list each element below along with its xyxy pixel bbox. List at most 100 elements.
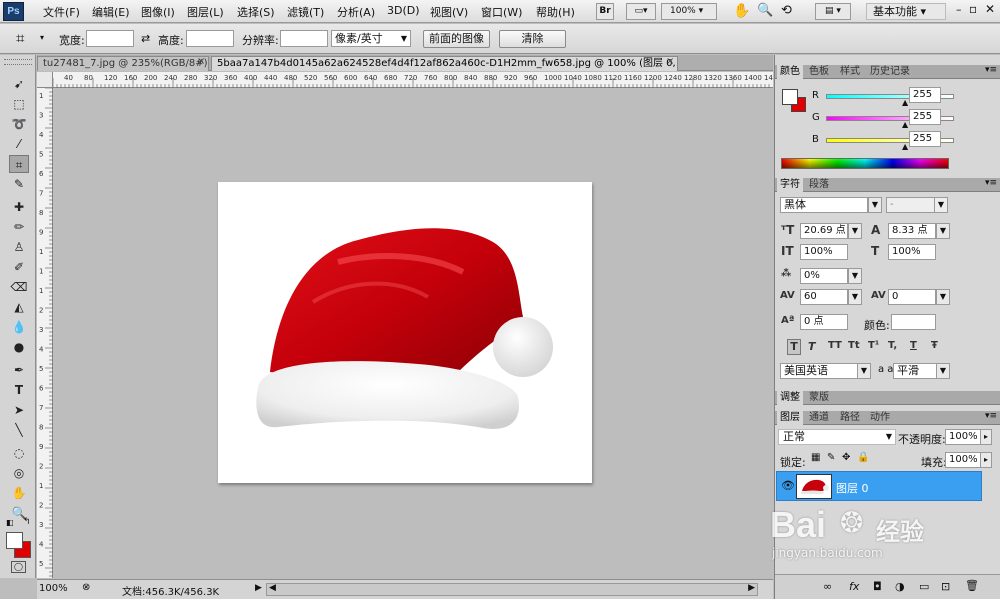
hand-tool-icon[interactable]: ✋ <box>733 3 750 19</box>
lock-all-icon[interactable]: 🔒 <box>857 452 869 463</box>
blue-value-field[interactable]: 255 <box>909 131 941 147</box>
lock-position-icon[interactable]: ✥ <box>842 452 850 463</box>
blend-mode-select[interactable]: 正常 ▼ <box>778 429 896 445</box>
green-value-field[interactable]: 255 <box>909 109 941 125</box>
document-canvas[interactable] <box>218 182 592 483</box>
tab-paths[interactable]: 路径 <box>837 411 863 425</box>
small-caps-button[interactable]: Tt <box>848 340 860 351</box>
new-group-icon[interactable]: ▭ <box>919 580 929 593</box>
menu-3d[interactable]: 3D(D) <box>387 4 420 17</box>
menu-window[interactable]: 窗口(W) <box>481 4 522 20</box>
menu-image[interactable]: 图像(I) <box>141 4 175 20</box>
horizontal-scrollbar[interactable]: ◀ ▶ <box>266 583 758 596</box>
chevron-down-icon[interactable]: ▼ <box>848 268 862 284</box>
fill-field[interactable]: 100% <box>945 452 981 468</box>
healing-brush-tool-icon[interactable]: ✚ <box>9 198 29 216</box>
tab-history[interactable]: 历史记录 <box>867 65 913 79</box>
tab-adjustments[interactable]: 调整 <box>777 391 803 405</box>
panel-menu-icon[interactable]: ▾≡ <box>985 411 997 421</box>
tab-character[interactable]: 字符 <box>777 178 803 192</box>
view-extras-button[interactable]: ▭▾ <box>626 3 656 20</box>
menu-select[interactable]: 选择(S) <box>237 4 275 20</box>
chevron-down-icon[interactable]: ▼ <box>936 289 950 305</box>
chevron-down-icon[interactable]: ▼ <box>848 289 862 305</box>
blur-tool-icon[interactable]: 💧 <box>9 318 29 336</box>
vertical-scale-field[interactable]: 100% <box>800 244 848 260</box>
panel-menu-icon[interactable]: ▾≡ <box>985 178 997 188</box>
red-value-field[interactable]: 255 <box>909 87 941 103</box>
faux-italic-button[interactable]: T <box>808 340 816 353</box>
paint-bucket-tool-icon[interactable]: ◭ <box>9 298 29 316</box>
text-color-swatch[interactable] <box>891 314 936 330</box>
layer-style-icon[interactable]: fx <box>849 580 859 593</box>
adjustment-layer-icon[interactable]: ◑ <box>895 580 905 593</box>
tab-actions[interactable]: 动作 <box>867 411 893 425</box>
marquee-tool-icon[interactable]: ⬚ <box>9 95 29 113</box>
font-family-select[interactable]: 黑体 <box>780 197 868 213</box>
superscript-button[interactable]: T¹ <box>868 340 879 351</box>
status-zoom[interactable]: 100% <box>39 583 68 594</box>
chevron-down-icon[interactable]: ▼ <box>868 197 882 213</box>
swap-colors-icon[interactable]: ↰ <box>23 517 31 527</box>
delete-layer-icon[interactable]: 🗑 <box>965 579 979 592</box>
rotate-view-icon[interactable]: ⟲ <box>781 3 792 18</box>
color-spectrum-bar[interactable] <box>781 158 949 169</box>
layer-name[interactable]: 图层 0 <box>836 480 869 496</box>
dodge-tool-icon[interactable]: ● <box>9 338 29 356</box>
green-slider-thumb-icon[interactable]: ▲ <box>902 120 908 129</box>
tab-document-1[interactable]: tu27481_7.jpg @ 235%(RGB/8#) * <box>37 56 209 71</box>
hand-tool-icon[interactable]: ✋ <box>9 484 29 502</box>
tsume-field[interactable]: 0% <box>800 268 848 284</box>
panel-menu-icon[interactable]: ▾≡ <box>985 65 997 75</box>
path-selection-tool-icon[interactable]: ➤ <box>9 401 29 419</box>
eyedropper-tool-icon[interactable]: ✎ <box>9 175 29 193</box>
toolbar-grip[interactable] <box>4 59 32 65</box>
resolution-unit-select[interactable]: 像素/英寸 ▼ <box>331 30 411 47</box>
all-caps-button[interactable]: TT <box>828 340 842 351</box>
pen-tool-icon[interactable]: ✒ <box>9 361 29 379</box>
font-style-select[interactable]: - <box>886 197 938 213</box>
quick-selection-tool-icon[interactable]: ⁄ <box>9 135 29 153</box>
tab-channels[interactable]: 通道 <box>806 411 832 425</box>
menu-file[interactable]: 文件(F) <box>43 4 80 20</box>
restore-icon[interactable]: ▫ <box>969 2 977 16</box>
kerning-field[interactable]: 60 <box>800 289 848 305</box>
lasso-tool-icon[interactable]: ➰ <box>9 115 29 133</box>
menu-analysis[interactable]: 分析(A) <box>337 4 375 20</box>
close-icon[interactable]: ✕ <box>985 2 995 16</box>
zoom-level-select[interactable]: 100% ▾ <box>661 3 717 20</box>
add-mask-icon[interactable]: ◘ <box>873 580 882 593</box>
foreground-color-swatch[interactable] <box>6 532 23 549</box>
chevron-down-icon[interactable]: ▼ <box>848 223 862 239</box>
blue-slider-thumb-icon[interactable]: ▲ <box>902 142 908 151</box>
bridge-button[interactable]: Br <box>596 3 614 20</box>
link-layers-icon[interactable]: ∞ <box>823 580 832 593</box>
chevron-down-icon[interactable]: ▼ <box>936 223 950 239</box>
menu-help[interactable]: 帮助(H) <box>536 4 575 20</box>
tab-swatches[interactable]: 色板 <box>806 65 832 79</box>
minimize-icon[interactable]: – <box>956 3 962 16</box>
font-size-field[interactable]: 20.69 点 <box>800 223 848 239</box>
tab-paragraph[interactable]: 段落 <box>806 178 832 192</box>
horizontal-ruler[interactable]: 40 80 120 160 200 240 280 320 360 400 440 480 520 560… <box>53 72 773 88</box>
language-select[interactable]: 美国英语 <box>780 363 862 379</box>
front-image-button[interactable]: 前面的图像 <box>423 30 490 48</box>
zoom-tool-icon[interactable]: 🔍 <box>757 3 773 18</box>
chevron-down-icon[interactable]: ▼ <box>936 363 950 379</box>
faux-bold-button[interactable]: T <box>787 339 801 355</box>
line-tool-icon[interactable]: ╲ <box>9 421 29 439</box>
lock-pixels-icon[interactable]: ✎ <box>827 452 835 463</box>
crop-tool-icon[interactable]: ⌗ <box>9 155 29 173</box>
crop-tool-icon[interactable]: ⌗ <box>16 29 24 47</box>
history-brush-tool-icon[interactable]: ✐ <box>9 258 29 276</box>
move-tool-icon[interactable]: ➹ <box>9 75 29 93</box>
default-colors-icon[interactable]: ◧ <box>6 518 14 527</box>
tracking-field[interactable]: 0 <box>888 289 936 305</box>
underline-button[interactable]: T <box>910 340 917 351</box>
status-settings-icon[interactable]: ⊗ <box>82 582 90 593</box>
tab-masks[interactable]: 蒙版 <box>806 391 832 405</box>
chevron-down-icon[interactable]: ▼ <box>934 197 948 213</box>
leading-field[interactable]: 8.33 点 <box>888 223 936 239</box>
width-input[interactable] <box>86 30 134 47</box>
workspace-switcher[interactable]: 基本功能 ▾ <box>866 3 946 20</box>
